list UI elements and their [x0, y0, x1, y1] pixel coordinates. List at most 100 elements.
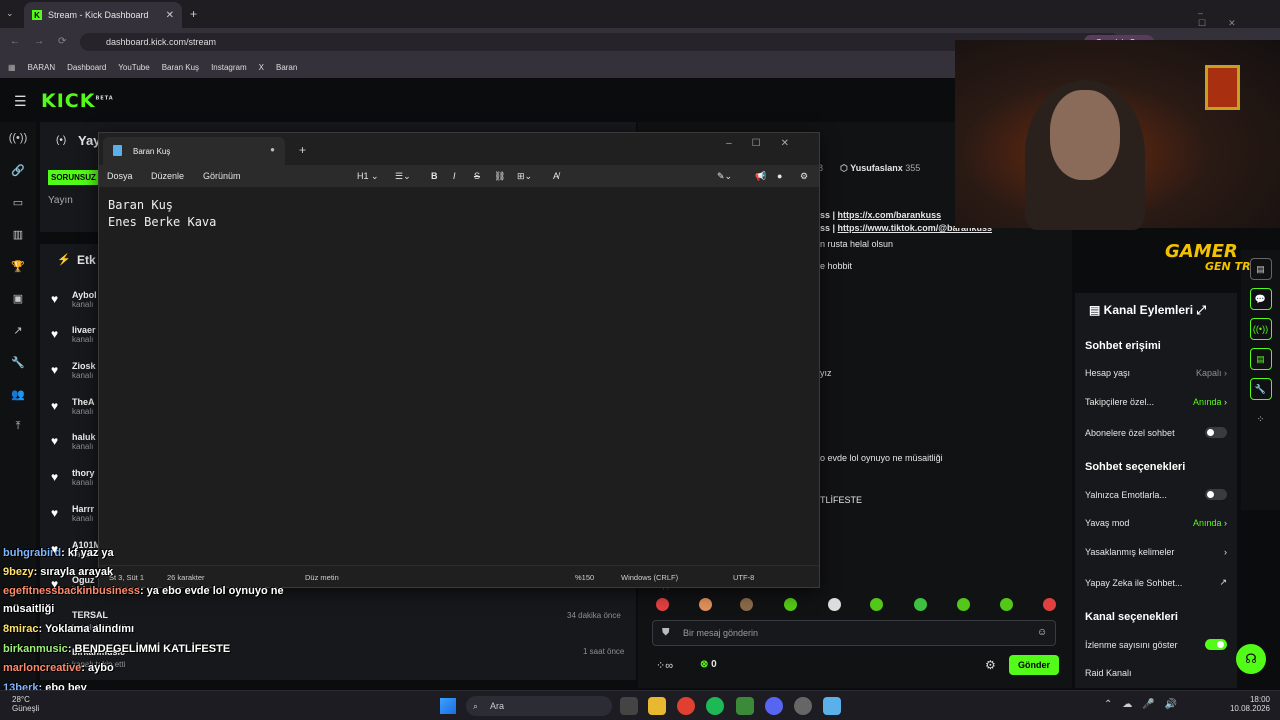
emote-icon[interactable]	[914, 598, 927, 611]
chat-settings-icon[interactable]: ⚙	[985, 658, 996, 672]
app-icon[interactable]	[736, 697, 754, 715]
bookmark-tiktok[interactable]: Baran Kuş	[162, 63, 199, 72]
stream-icon[interactable]: ((•))	[0, 122, 36, 154]
link-icon[interactable]: 🔗	[0, 154, 36, 186]
table-icon[interactable]: ⊞⌄	[517, 171, 532, 182]
settings-gear-icon[interactable]: ⚙	[800, 171, 808, 182]
emoji-icon[interactable]: ☺	[1037, 627, 1047, 638]
kick-points[interactable]: ⊗ 0	[700, 659, 717, 670]
windows-start-icon[interactable]	[440, 698, 456, 714]
show-viewcount-row[interactable]: İzlenme sayısını göster	[1085, 639, 1227, 650]
bookmark-baran[interactable]: BARAN	[28, 63, 56, 72]
new-tab-icon[interactable]: +	[190, 7, 197, 21]
points-icon[interactable]: ⁘∞	[656, 659, 673, 672]
emote-icon[interactable]	[828, 598, 841, 611]
tab-list-icon[interactable]: ⌄	[6, 8, 14, 19]
emote-icon[interactable]	[656, 598, 669, 611]
strikethrough-icon[interactable]: S	[474, 171, 480, 181]
menu-edit[interactable]: Düzenle	[151, 171, 184, 181]
emote-icon[interactable]	[784, 598, 797, 611]
profile-icon[interactable]: ●	[777, 171, 782, 181]
bookmark-youtube[interactable]: YouTube	[118, 63, 149, 72]
bookmark-instagram[interactable]: Instagram	[211, 63, 247, 72]
discord-icon[interactable]	[765, 697, 783, 715]
window-controls[interactable]: –☐✕	[1198, 8, 1280, 29]
obs-icon[interactable]	[794, 697, 812, 715]
analytics-icon[interactable]: ↗	[0, 314, 36, 346]
wrench-icon[interactable]: 🔧	[1249, 378, 1272, 400]
apps-icon[interactable]: ▦	[8, 63, 16, 72]
subscribers-only-toggle[interactable]	[1205, 427, 1227, 438]
server-icon[interactable]: ▤	[1249, 348, 1272, 370]
clock[interactable]: 18:00 10.08.2026	[1230, 695, 1270, 713]
unsaved-dot-icon[interactable]: ●	[270, 145, 275, 154]
emote-icon[interactable]	[699, 598, 712, 611]
support-button[interactable]: ☊	[1236, 644, 1266, 674]
upload-icon[interactable]: ⤒	[0, 410, 36, 442]
emote-icon[interactable]	[1000, 598, 1013, 611]
emote-only-toggle[interactable]	[1205, 489, 1227, 500]
raid-channel-row[interactable]: Raid Kanalı	[1085, 668, 1227, 678]
weather-widget[interactable]: 28°C Güneşli	[12, 695, 39, 713]
send-button[interactable]: Gönder	[1009, 655, 1059, 675]
close-tab-icon[interactable]: ✕	[166, 10, 174, 21]
heading-selector[interactable]: H1 ⌄	[357, 171, 379, 182]
followers-only-row[interactable]: Takipçilere özel... Anında ›	[1085, 397, 1227, 407]
show-viewcount-toggle[interactable]	[1205, 639, 1227, 650]
link-icon[interactable]: ⛓	[494, 171, 505, 182]
notepad-window: Baran Kuş ● + –☐✕ Dosya Düzenle Görünüm …	[98, 132, 820, 588]
account-age-row[interactable]: Hesap yaşı Kapalı ›	[1085, 368, 1227, 378]
kick-logo[interactable]: KICKBETA	[41, 90, 114, 112]
italic-icon[interactable]: I	[453, 171, 456, 181]
notepad-tab[interactable]: Baran Kuş ●	[103, 137, 285, 165]
channel-actions-title-text: Kanal Eylemleri	[1103, 303, 1194, 317]
browser-tab-strip: ⌄ K Stream - Kick Dashboard ✕ + –☐✕	[0, 0, 1280, 28]
chrome-icon[interactable]	[677, 697, 695, 715]
copilot-icon[interactable]: ✎⌄	[717, 171, 732, 182]
bookmark-baran-2[interactable]: Baran	[276, 63, 297, 72]
ai-chat-row[interactable]: Yapay Zeka ile Sohbet... ↗	[1085, 577, 1227, 588]
emote-only-row[interactable]: Yalnızca Emotlarla...	[1085, 489, 1227, 500]
slow-mode-row[interactable]: Yavaş mod Anında ›	[1085, 518, 1227, 528]
notepad-window-controls[interactable]: –☐✕	[726, 138, 809, 149]
notepad-editor[interactable]: Baran Kuş Enes Berke Kava	[99, 187, 819, 565]
broadcast-icon[interactable]: ((•))	[1249, 318, 1272, 340]
window-icon[interactable]: ▭	[0, 186, 36, 218]
menu-file[interactable]: Dosya	[107, 171, 133, 181]
chat-link-1[interactable]: https://x.com/barankuss	[838, 210, 942, 220]
subscribers-only-row[interactable]: Abonelere özel sohbet	[1085, 427, 1227, 438]
list-format-icon[interactable]: ☰⌄	[395, 171, 411, 182]
nodes-icon[interactable]: ⁘	[1250, 408, 1272, 430]
external-link-icon[interactable]: ⤢	[1196, 303, 1206, 317]
clipboard-icon[interactable]: ▤	[1249, 258, 1272, 280]
chart-icon[interactable]: ▥	[0, 218, 36, 250]
new-tab-plus-icon[interactable]: +	[299, 143, 306, 157]
banned-words-row[interactable]: Yasaklanmış kelimeler ›	[1085, 547, 1227, 557]
wrench-icon[interactable]: 🔧	[0, 346, 36, 378]
emote-icon[interactable]	[957, 598, 970, 611]
browser-tab[interactable]: K Stream - Kick Dashboard ✕	[24, 2, 182, 28]
megaphone-icon[interactable]: 📢	[755, 171, 766, 182]
hamburger-menu-icon[interactable]: ☰	[14, 93, 27, 110]
bookmark-dashboard[interactable]: Dashboard	[67, 63, 106, 72]
media-icon[interactable]: ▣	[0, 282, 36, 314]
spotify-icon[interactable]	[706, 697, 724, 715]
menu-view[interactable]: Görünüm	[203, 171, 241, 181]
emote-icon[interactable]	[740, 598, 753, 611]
chat-bubble-icon[interactable]: 💬	[1249, 288, 1272, 310]
bookmark-x[interactable]: X	[259, 63, 264, 72]
emote-icon[interactable]	[870, 598, 883, 611]
chat-link-prefix-1: ss |	[820, 210, 836, 220]
trophy-icon[interactable]: 🏆	[0, 250, 36, 282]
users-icon[interactable]: 👥	[0, 378, 36, 410]
clear-format-icon[interactable]: A̸	[553, 171, 559, 181]
chat-message-input[interactable]: Bir mesaj gönderin	[652, 620, 1056, 646]
emote-icon[interactable]	[1043, 598, 1056, 611]
task-view-icon[interactable]	[620, 697, 638, 715]
bold-icon[interactable]: B	[431, 171, 438, 181]
taskbar-search[interactable]: ⌕ Ara	[466, 696, 612, 716]
system-tray-icons[interactable]: ⌃☁🎤🔊	[1104, 699, 1187, 710]
nav-buttons[interactable]: ←→⟳	[10, 36, 80, 47]
file-explorer-icon[interactable]	[648, 697, 666, 715]
notepad-taskbar-icon[interactable]	[823, 697, 841, 715]
